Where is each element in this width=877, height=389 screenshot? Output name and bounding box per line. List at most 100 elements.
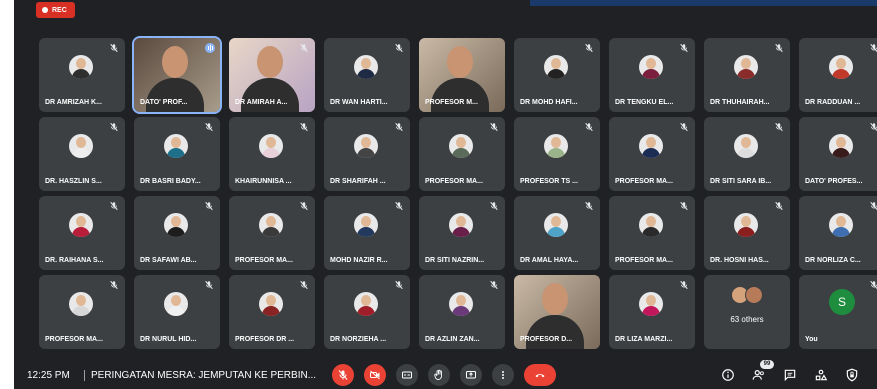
participant-tile[interactable]: DR AMIRAH A... [229,38,315,112]
participant-name: PROFESOR TS ... [520,178,578,185]
participant-grid: DR AMRIZAH K... DATO' PROF... DR AMIRAH A.… [39,36,877,350]
participant-tile[interactable]: DR AMRIZAH K... [39,38,125,112]
host-controls-button[interactable] [844,367,860,383]
participant-name: PROFESOR MA... [235,257,293,264]
meeting-title: PERINGATAN MESRA: JEMPUTAN KE PERBIN... [84,370,316,381]
others-count-label: 63 others [730,315,764,324]
chat-icon [784,369,796,382]
captions-button[interactable] [396,364,418,386]
participant-avatar [734,213,758,237]
participant-avatar [449,134,473,158]
participant-name: PROFESOR DR ... [235,336,295,343]
participant-name: You [805,336,818,343]
participant-name: DR MOHD HAFI... [520,99,578,106]
mic-muted-icon [394,122,404,132]
participant-tile[interactable]: 63 others [704,275,790,349]
participant-name: DR LIZA MARZI... [615,336,673,343]
participant-name: DR SAFAWI AB... [140,257,197,264]
mic-muted-icon [394,43,404,53]
participant-tile[interactable]: PROFESOR MA... [229,196,315,270]
participant-avatar [164,292,188,316]
participant-avatar [639,292,663,316]
more-options-button[interactable] [492,364,514,386]
call-controls [332,364,556,386]
meeting-details-button[interactable] [720,367,736,383]
participant-tile[interactable]: DR AMAL HAYA... [514,196,600,270]
raise-hand-button[interactable] [428,364,450,386]
participant-name: DR AMAL HAYA... [520,257,579,264]
participant-tile[interactable]: DR. RAIHANA S... [39,196,125,270]
participant-avatar [544,55,568,79]
participant-tile[interactable]: PROFESOR MA... [419,117,505,191]
participant-tile[interactable]: PROFESOR MA... [609,117,695,191]
mic-muted-icon [679,201,689,211]
participant-tile[interactable]: PROFESOR DR ... [229,275,315,349]
mic-muted-icon [489,201,499,211]
participant-tile[interactable]: DR SAFAWI AB... [134,196,220,270]
participant-tile[interactable]: DR LIZA MARZI... [609,275,695,349]
participant-tile[interactable]: DR SITI NAZRIN... [419,196,505,270]
mic-muted-icon [679,280,689,290]
participant-name: PROFESOR MA... [615,178,673,185]
participant-avatar [354,55,378,79]
participant-tile[interactable]: KHAIRUNNISA ... [229,117,315,191]
present-icon [466,371,476,379]
more-vert-icon [502,371,504,379]
participant-avatar [544,213,568,237]
participant-name: DR BASRI BADY... [140,178,201,185]
participant-tile[interactable]: DATO' PROFES... [799,117,877,191]
participant-tile[interactable]: PROFESOR M... [419,38,505,112]
top-banner-strip [530,0,877,6]
activities-button[interactable] [813,367,829,383]
participant-tile[interactable]: DR BASRI BADY... [134,117,220,191]
participant-tile[interactable]: DR AZLIN ZAN... [419,275,505,349]
hang-up-icon [535,374,545,378]
participant-name: DR NORLIZA C... [805,257,861,264]
participant-tile[interactable]: DR TENGKU EL... [609,38,695,112]
present-screen-button[interactable] [460,364,482,386]
participant-avatar [639,55,663,79]
participant-tile[interactable]: DR NORZIEHA ... [324,275,410,349]
camera-toggle-button[interactable] [364,364,386,386]
chat-button[interactable] [782,367,798,383]
participant-tile[interactable]: DR THUHAIRAH... [704,38,790,112]
participant-tile[interactable]: DATO' PROF... [132,36,222,114]
side-panel-icons: 99 [720,360,860,384]
participant-avatar [69,292,93,316]
participant-tile[interactable]: DR NORLIZA C... [799,196,877,270]
participant-name: PROFESOR D... [520,336,573,343]
microphone-toggle-button[interactable] [332,364,354,386]
participant-name: PROFESOR MA... [425,178,483,185]
participant-name: DR SHARIFAH ... [330,178,386,185]
participant-tile[interactable]: PROFESOR D... [514,275,600,349]
mic-muted-icon [299,43,309,53]
participant-name: DR TENGKU EL... [615,99,674,106]
participant-tile[interactable]: PROFESOR MA... [609,196,695,270]
meeting-window: REC DR AMRIZAH K... DATO' PROF... DR AMIRA… [14,0,877,389]
participant-tile[interactable]: DR NURUL HID... [134,275,220,349]
hand-icon [434,369,442,380]
participant-tile[interactable]: DR SHARIFAH ... [324,117,410,191]
participant-tile[interactable]: DR WAN HARTI... [324,38,410,112]
participant-name: DATO' PROFES... [805,178,863,185]
shield-lock-icon [846,368,858,382]
participant-tile[interactable]: DR MOHD HAFI... [514,38,600,112]
participant-avatar [259,134,283,158]
mic-muted-icon [679,43,689,53]
leave-call-button[interactable] [524,364,556,386]
participant-avatar [354,213,378,237]
participants-button[interactable]: 99 [751,360,774,383]
participant-tile[interactable]: DR. HASZLIN S... [39,117,125,191]
participant-tile[interactable]: PROFESOR MA... [39,275,125,349]
participant-tile[interactable]: MOHD NAZIR R... [324,196,410,270]
participant-tile[interactable]: S You [799,275,877,349]
participant-tile[interactable]: DR. HOSNI HAS... [704,196,790,270]
participant-tile[interactable]: DR SITI SARA IB... [704,117,790,191]
participant-avatar [69,55,93,79]
participant-tile[interactable]: DR RADDUAN ... [799,38,877,112]
recording-indicator: REC [36,2,75,18]
mic-muted-icon [584,201,594,211]
participant-tile[interactable]: PROFESOR TS ... [514,117,600,191]
mic-muted-icon [109,122,119,132]
mic-muted-icon [299,280,309,290]
